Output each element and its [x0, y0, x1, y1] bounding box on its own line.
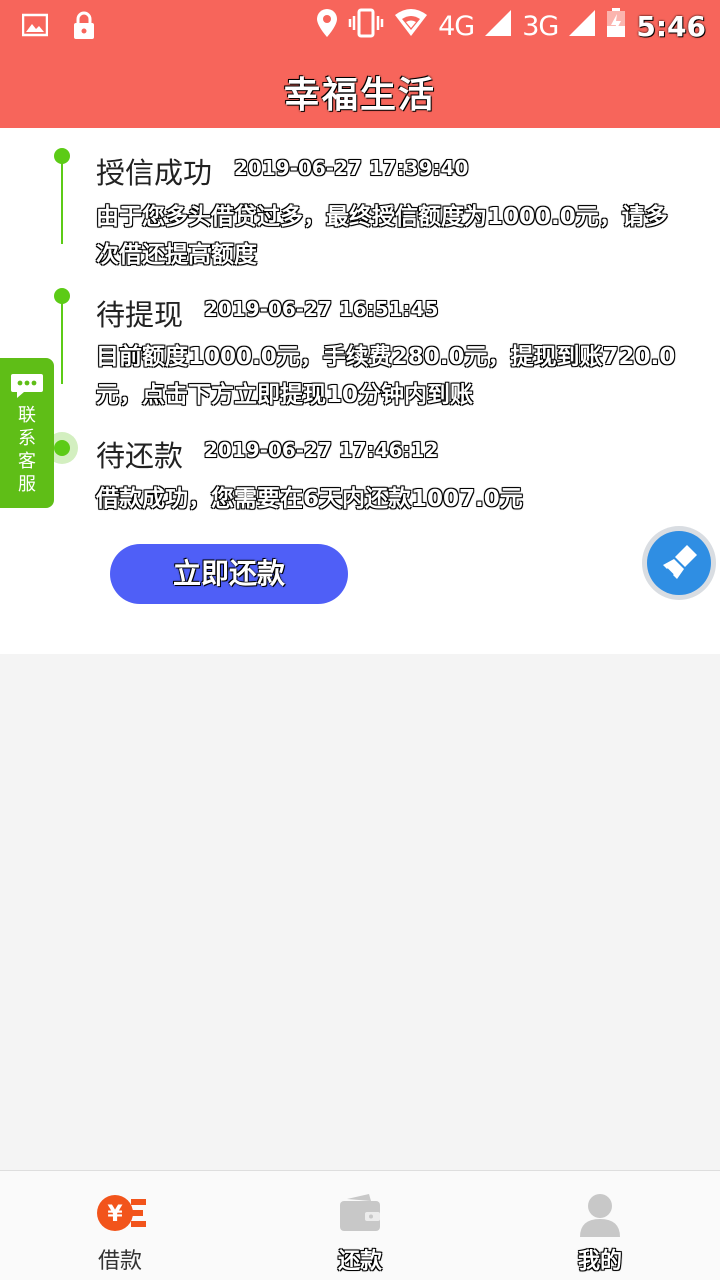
timeline-dot: [54, 148, 70, 164]
step-time: 2019-06-27 16:51:45: [204, 297, 439, 321]
timeline-line: [61, 296, 63, 384]
vibrate-icon: [348, 8, 384, 45]
clock: 5:46: [636, 10, 706, 43]
repay-now-button[interactable]: 立即还款: [110, 544, 348, 604]
step-desc: 由于您多头借贷过多，最终授信额度为1000.0元，请多次借还提高额度: [96, 204, 668, 268]
battery-charging-icon: [606, 8, 626, 45]
tab-label: 借款: [97, 1249, 142, 1274]
wallet-icon: [335, 1193, 385, 1233]
chat-bubble-icon: [10, 372, 44, 404]
lock-icon: [72, 10, 96, 44]
step-time: 2019-06-27 17:46:12: [204, 438, 439, 462]
location-icon: [316, 8, 338, 45]
user-icon: [575, 1193, 625, 1237]
tab-loan[interactable]: ¥ 借款: [0, 1171, 240, 1280]
order-progress-panel: 授信成功 2019-06-27 17:39:40 由于您多头借贷过多，最终授信额…: [0, 128, 720, 654]
image-icon: [21, 13, 49, 41]
tab-mine[interactable]: 我的: [480, 1171, 720, 1280]
customer-service-tab[interactable]: 联 系 客 服: [0, 358, 54, 508]
step-time: 2019-06-27 17:39:40: [234, 156, 469, 180]
broom-icon: [647, 545, 711, 599]
svg-text:¥: ¥: [107, 1202, 123, 1227]
status-bar: 4G 3G 5:46: [0, 0, 720, 50]
signal-icon: [568, 9, 596, 44]
timeline-line: [61, 156, 63, 244]
bottom-tab-bar: ¥ 借款 还款 我的: [0, 1170, 720, 1280]
step-desc: 借款成功，您需要在6天内还款1007.0元: [96, 486, 523, 512]
tab-label: 还款: [337, 1249, 382, 1274]
loan-yen-icon: ¥: [95, 1193, 146, 1233]
tab-label: 我的: [577, 1249, 622, 1274]
wifi-icon: [394, 9, 428, 44]
tab-repay[interactable]: 还款: [240, 1171, 480, 1280]
customer-service-label: 联 系 客 服: [18, 405, 36, 495]
step-desc: 目前额度1000.0元，手续费280.0元，提现到账720.0元，点击下方立即提…: [96, 344, 676, 408]
page-title: 幸福生活: [283, 75, 436, 116]
network-type-1: 4G: [438, 11, 475, 42]
step-title: 授信成功: [96, 156, 213, 190]
network-type-2: 3G: [522, 11, 559, 42]
floating-clean-button[interactable]: [642, 526, 716, 600]
step-title: 待还款: [96, 439, 184, 473]
signal-icon: [484, 9, 512, 44]
timeline-dot: [54, 288, 70, 304]
step-title: 待提现: [96, 298, 184, 332]
title-bar: 幸福生活: [0, 50, 720, 128]
